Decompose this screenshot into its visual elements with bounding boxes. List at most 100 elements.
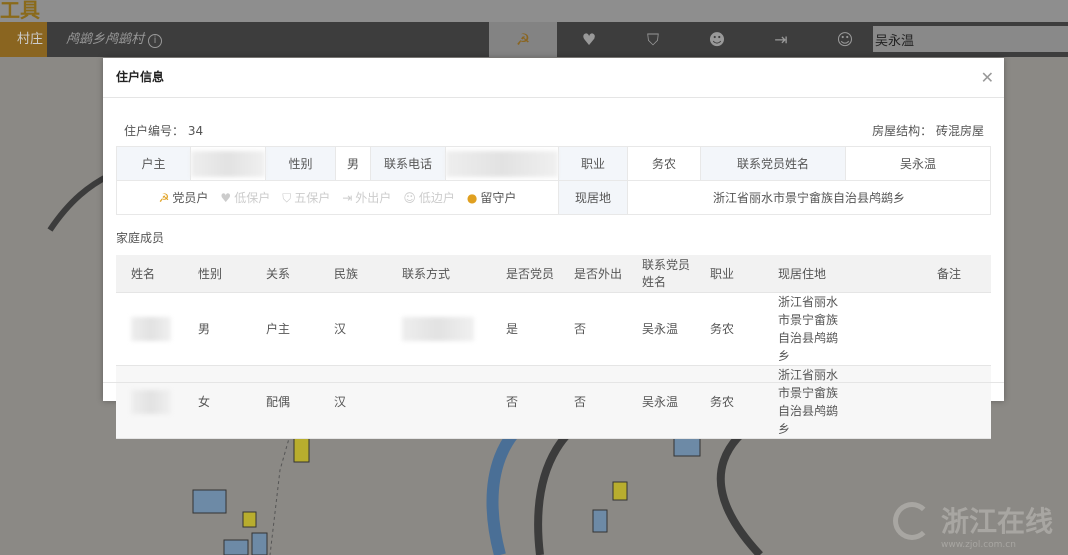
residence-value: 浙江省丽水市景宁畲族自治县鸬鹚乡 bbox=[627, 180, 991, 215]
redacted-block bbox=[131, 389, 171, 414]
cell-relation: 配偶 bbox=[251, 365, 319, 439]
column-header: 姓名 bbox=[116, 255, 183, 293]
column-header: 联系党员姓名 bbox=[627, 255, 695, 293]
tag-label: 党员户 bbox=[172, 191, 209, 205]
house-structure: 房屋结构： 砖混房屋 bbox=[872, 122, 984, 139]
house-structure-label: 房屋结构： bbox=[872, 124, 933, 138]
cell-address: 浙江省丽水市景宁畲族自治县鸬鹚乡 bbox=[763, 365, 922, 439]
tag-icon: ⛉ bbox=[282, 191, 292, 205]
tag-label: 外出户 bbox=[355, 191, 392, 205]
column-header: 现居住地 bbox=[763, 255, 922, 293]
cell-ethnicity: 汉 bbox=[319, 292, 387, 366]
search-input[interactable] bbox=[873, 26, 1068, 52]
tag-4[interactable]: ☺ 低边户 bbox=[403, 189, 455, 206]
tab-village[interactable]: 村庄 bbox=[0, 22, 47, 57]
household-number-value: 34 bbox=[187, 124, 204, 138]
column-header: 关系 bbox=[251, 255, 319, 293]
tag-3[interactable]: ⇥ 外出户 bbox=[342, 189, 391, 206]
tag-5[interactable]: ● 留守户 bbox=[467, 189, 517, 206]
column-header: 职业 bbox=[695, 255, 763, 293]
cell-phone bbox=[387, 292, 491, 366]
tag-icon: ● bbox=[466, 191, 478, 205]
breadcrumb-label: 鸬鹚乡鸬鹚村 bbox=[66, 32, 145, 47]
cell-job: 务农 bbox=[695, 292, 763, 366]
cell-away: 否 bbox=[559, 365, 627, 439]
phone-label: 联系电话 bbox=[370, 146, 446, 181]
cell-job: 务农 bbox=[695, 365, 763, 439]
top-header: 工具 bbox=[0, 0, 1068, 22]
tag-2[interactable]: ⛉ 五保户 bbox=[282, 189, 330, 206]
contact-party-label: 联系党员姓名 bbox=[700, 146, 846, 181]
tag-0[interactable]: ☭ 党员户 bbox=[159, 189, 209, 206]
column-header: 性别 bbox=[183, 255, 251, 293]
tag-icon: ☺ bbox=[403, 191, 416, 205]
cell-party: 是 bbox=[491, 292, 559, 366]
redacted-block bbox=[402, 316, 474, 341]
household-number-label: 住户编号： bbox=[124, 124, 185, 138]
table-row[interactable]: 女配偶汉 否否吴永温 务农 浙江省丽水市景宁畲族自治县鸬鹚乡 bbox=[116, 365, 991, 439]
cell-relation: 户主 bbox=[251, 292, 319, 366]
tag-icon: ☭ bbox=[158, 191, 170, 205]
tag-label: 留守户 bbox=[480, 191, 517, 205]
household-tags: ☭ 党员户 ♥ 低保户 ⛉ 五保户 ⇥ 外出户 ☺ 低边户 ● 留守户 bbox=[116, 180, 559, 215]
head-label: 户主 bbox=[116, 146, 191, 181]
child-face-icon[interactable]: ☺ bbox=[813, 22, 877, 57]
tag-label: 低保户 bbox=[234, 191, 271, 205]
party-icon[interactable]: ☭ bbox=[489, 22, 557, 57]
table-row[interactable]: 男户主汉 是否吴永温 务农 浙江省丽水市景宁畲族自治县鸬鹚乡 bbox=[116, 292, 991, 366]
watermark-url: www.zjol.com.cn bbox=[941, 540, 1016, 550]
column-header: 是否党员 bbox=[491, 255, 559, 293]
breadcrumb: 鸬鹚乡鸬鹚村 i bbox=[66, 22, 163, 57]
modal-footer-divider bbox=[103, 382, 1004, 383]
cell-note bbox=[922, 292, 991, 366]
watermark-logo-icon bbox=[893, 502, 931, 540]
job-label: 职业 bbox=[558, 146, 628, 181]
job-value: 务农 bbox=[627, 146, 701, 181]
gender-value: 男 bbox=[335, 146, 371, 181]
exit-door-icon[interactable]: ⇥ bbox=[749, 22, 813, 57]
column-header: 是否外出 bbox=[559, 255, 627, 293]
filter-icon-bar: ☭ ♥ ⛉ ☻ ⇥ ☺ bbox=[489, 22, 877, 57]
household-info-modal: 住户信息 ✕ 住户编号： 34 房屋结构： 砖混房屋 户主 性别 男 联系电话 … bbox=[103, 58, 1004, 439]
tag-icon: ⇥ bbox=[342, 191, 353, 205]
cell-name bbox=[116, 292, 183, 366]
watermark-name: 浙江在线 bbox=[941, 505, 1054, 538]
cell-contact: 吴永温 bbox=[627, 365, 695, 439]
tag-label: 低边户 bbox=[418, 191, 455, 205]
tag-1[interactable]: ♥ 低保户 bbox=[220, 189, 270, 206]
column-header: 联系方式 bbox=[387, 255, 491, 293]
contact-party-value: 吴永温 bbox=[845, 146, 991, 181]
gender-label: 性别 bbox=[265, 146, 336, 181]
house-structure-value: 砖混房屋 bbox=[935, 124, 984, 138]
cell-ethnicity: 汉 bbox=[319, 365, 387, 439]
modal-title: 住户信息 bbox=[103, 58, 1004, 98]
column-header: 民族 bbox=[319, 255, 387, 293]
tag-icon: ♥ bbox=[220, 191, 232, 205]
residence-label: 现居地 bbox=[558, 180, 628, 215]
members-title: 家庭成员 bbox=[116, 231, 165, 245]
cell-away: 否 bbox=[559, 292, 627, 366]
close-icon[interactable]: ✕ bbox=[981, 68, 994, 87]
household-number: 住户编号： 34 bbox=[124, 122, 203, 139]
cell-address: 浙江省丽水市景宁畲族自治县鸬鹚乡 bbox=[763, 292, 922, 366]
cell-note bbox=[922, 365, 991, 439]
app-logo: 工具 bbox=[0, 0, 40, 22]
cell-party: 否 bbox=[491, 365, 559, 439]
shield-user-icon[interactable]: ⛉ bbox=[621, 22, 685, 57]
watermark: 浙江在线 www.zjol.com.cn bbox=[893, 500, 1053, 550]
cell-phone bbox=[387, 365, 491, 439]
phone-value bbox=[445, 146, 559, 181]
smile-icon[interactable]: ☻ bbox=[685, 22, 749, 57]
household-info-table: 户主 性别 男 联系电话 职业 务农 联系党员姓名 吴永温 ☭ 党员户 ♥ 低保户 ⛉ 五… bbox=[116, 146, 991, 215]
tag-label: 五保户 bbox=[294, 191, 331, 205]
heart-icon[interactable]: ♥ bbox=[557, 22, 621, 57]
members-table: 姓名 性别 关系 民族 联系方式 是否党员 是否外出 联系党员姓名 职业 现居住地 备注 男户主汉 是… bbox=[116, 255, 991, 439]
cell-name bbox=[116, 365, 183, 439]
cell-contact: 吴永温 bbox=[627, 292, 695, 366]
head-value bbox=[190, 146, 266, 181]
column-header: 备注 bbox=[922, 255, 991, 293]
info-icon[interactable]: i bbox=[148, 34, 163, 48]
redacted-block bbox=[131, 316, 171, 341]
cell-gender: 女 bbox=[183, 365, 251, 439]
cell-gender: 男 bbox=[183, 292, 251, 366]
